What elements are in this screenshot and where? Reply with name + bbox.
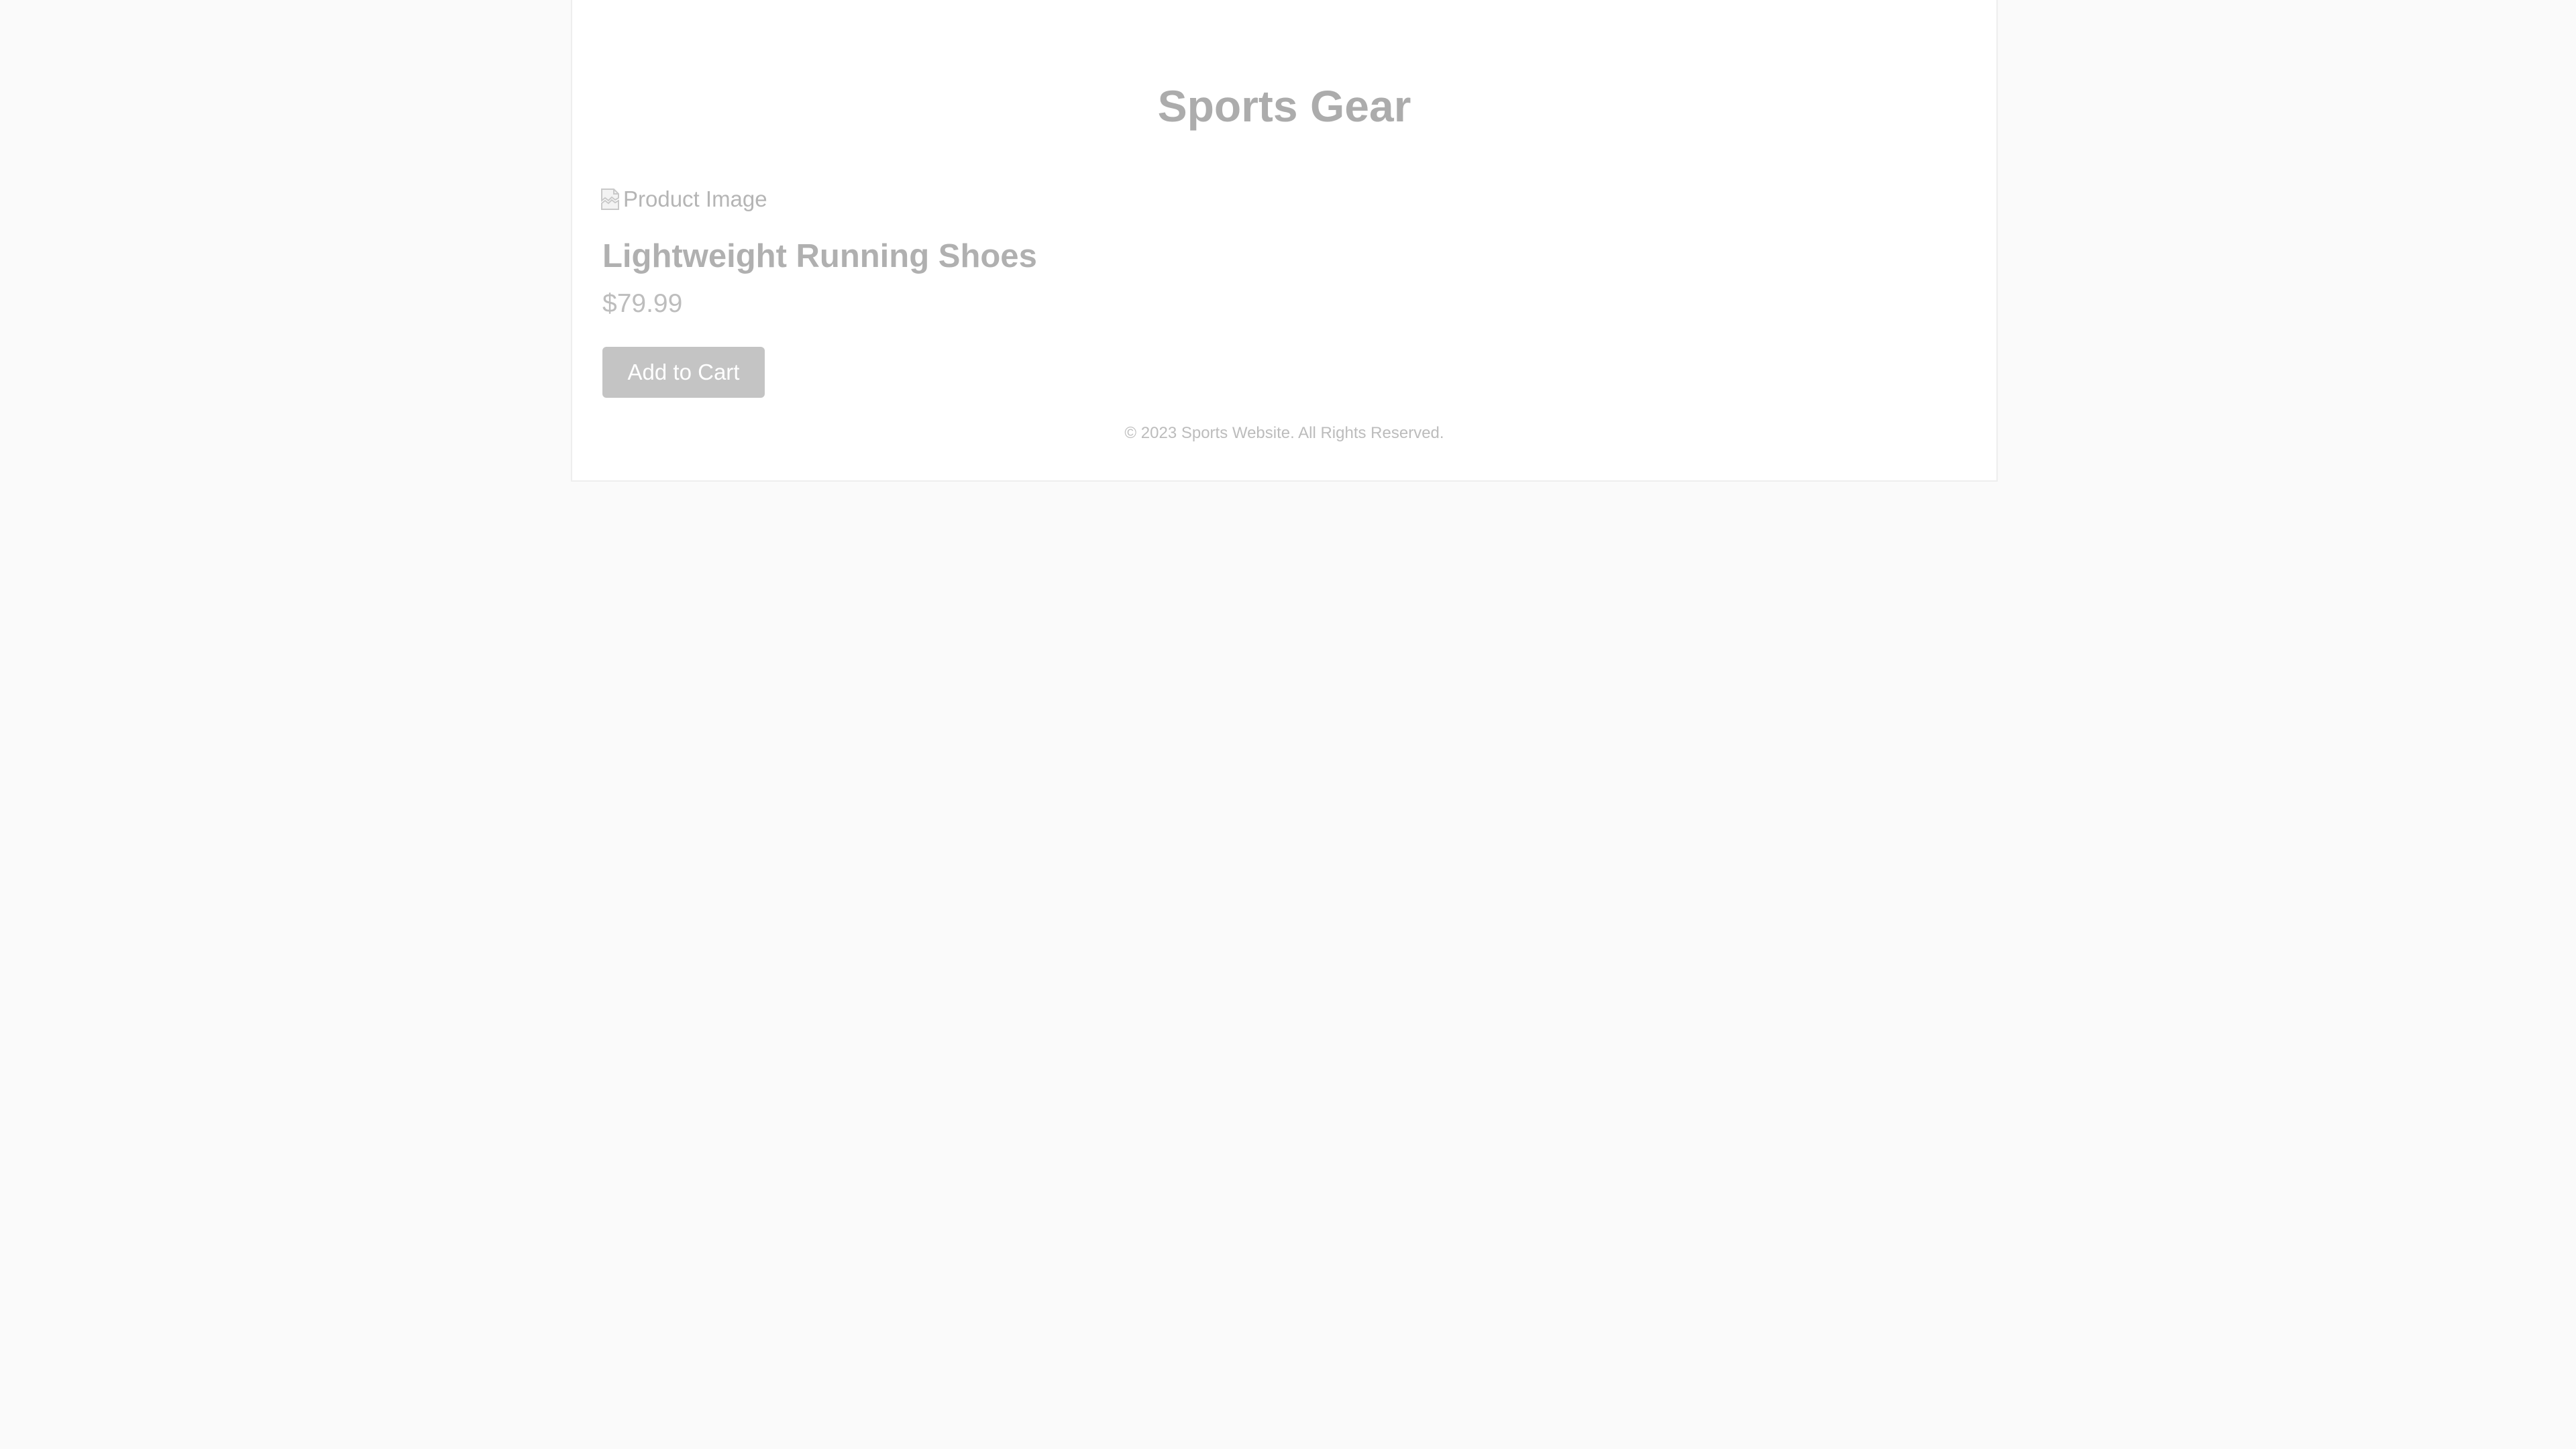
page-container: Sports Gear Product Image Lightweight Ru… [571,0,1998,482]
footer-copyright: © 2023 Sports Website. All Rights Reserv… [1124,424,1444,442]
broken-image-icon [600,188,621,211]
add-to-cart-button[interactable]: Add to Cart [602,347,765,398]
product-image: Product Image [600,184,767,215]
product-price: $79.99 [602,289,683,318]
product-name: Lightweight Running Shoes [602,238,1037,274]
page-title: Sports Gear [1157,81,1411,131]
product-image-alt-text: Product Image [623,186,767,211]
